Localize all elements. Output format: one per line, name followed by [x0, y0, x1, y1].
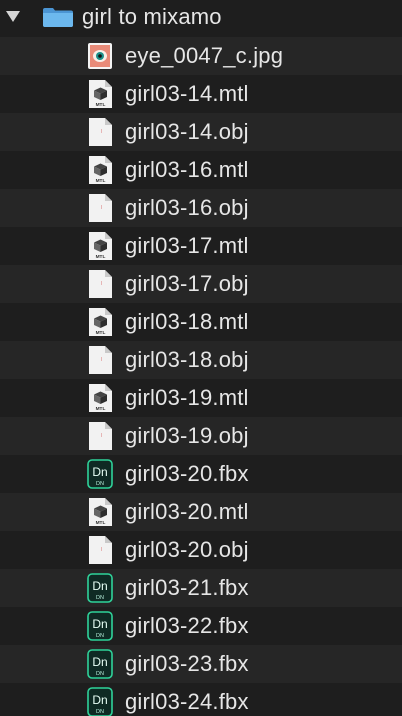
file-name: girl03-20.fbx: [125, 461, 249, 486]
file-row[interactable]: girl03-19.obj: [0, 417, 402, 455]
fbx-file-icon: Dn DN: [87, 573, 113, 603]
svg-text:MTL: MTL: [96, 254, 106, 260]
file-name: girl03-17.mtl: [125, 233, 249, 258]
obj-file-icon: [89, 118, 112, 146]
svg-text:Dn: Dn: [92, 655, 107, 669]
file-row[interactable]: girl03-14.obj: [0, 113, 402, 151]
mtl-file-icon: MTL: [89, 384, 112, 412]
folder-row[interactable]: girl to mixamo: [0, 0, 402, 35]
file-row[interactable]: MTL girl03-18.mtl: [0, 303, 402, 341]
svg-text:DN: DN: [96, 595, 104, 601]
file-name: eye_0047_c.jpg: [125, 43, 284, 68]
file-name: girl03-20.obj: [125, 537, 249, 562]
svg-text:DN: DN: [96, 633, 104, 639]
svg-text:DN: DN: [96, 709, 104, 715]
svg-text:DN: DN: [96, 671, 104, 677]
obj-file-icon: [89, 536, 112, 564]
svg-text:DN: DN: [96, 481, 104, 487]
file-row[interactable]: girl03-17.obj: [0, 265, 402, 303]
fbx-file-icon: Dn DN: [87, 611, 113, 641]
mtl-file-icon: MTL: [89, 498, 112, 526]
file-name: girl03-14.obj: [125, 119, 249, 144]
folder-icon: [43, 8, 73, 27]
file-row[interactable]: MTL girl03-17.mtl: [0, 227, 402, 265]
file-name: girl03-18.mtl: [125, 309, 249, 334]
file-row[interactable]: Dn DN girl03-22.fbx: [0, 607, 402, 645]
file-name: girl03-14.mtl: [125, 81, 249, 106]
file-name: girl03-24.fbx: [125, 689, 249, 714]
svg-text:MTL: MTL: [96, 406, 106, 412]
file-name: girl03-21.fbx: [125, 575, 249, 600]
file-name: girl03-22.fbx: [125, 613, 249, 638]
mtl-file-icon: MTL: [89, 80, 112, 108]
fbx-file-icon: Dn DN: [87, 459, 113, 489]
obj-file-icon: [89, 194, 112, 222]
file-row[interactable]: Dn DN girl03-20.fbx: [0, 455, 402, 493]
file-row[interactable]: MTL girl03-16.mtl: [0, 151, 402, 189]
obj-file-icon: [89, 422, 112, 450]
svg-text:Dn: Dn: [92, 579, 107, 593]
file-name: girl03-16.mtl: [125, 157, 249, 182]
file-name: girl03-19.obj: [125, 423, 249, 448]
file-row[interactable]: girl03-20.obj: [0, 531, 402, 569]
file-row[interactable]: MTL girl03-14.mtl: [0, 75, 402, 113]
svg-text:Dn: Dn: [92, 693, 107, 707]
svg-text:Dn: Dn: [92, 617, 107, 631]
file-name: girl03-16.obj: [125, 195, 249, 220]
image-file-icon: [88, 43, 112, 69]
mtl-file-icon: MTL: [89, 156, 112, 184]
file-row[interactable]: Dn DN girl03-24.fbx: [0, 683, 402, 716]
file-row[interactable]: girl03-16.obj: [0, 189, 402, 227]
file-list: girl to mixamo eye_0047_c.jpg MTL girl03-1…: [0, 0, 402, 716]
folder-name: girl to mixamo: [82, 4, 222, 29]
file-name: girl03-23.fbx: [125, 651, 249, 676]
svg-text:MTL: MTL: [96, 178, 106, 184]
file-row[interactable]: Dn DN girl03-21.fbx: [0, 569, 402, 607]
file-row[interactable]: MTL girl03-20.mtl: [0, 493, 402, 531]
fbx-file-icon: Dn DN: [87, 687, 113, 716]
file-name: girl03-20.mtl: [125, 499, 249, 524]
svg-text:MTL: MTL: [96, 520, 106, 526]
file-row[interactable]: Dn DN girl03-23.fbx: [0, 645, 402, 683]
file-name: girl03-19.mtl: [125, 385, 249, 410]
file-row[interactable]: eye_0047_c.jpg: [0, 37, 402, 75]
obj-file-icon: [89, 346, 112, 374]
svg-text:MTL: MTL: [96, 102, 106, 108]
file-name: girl03-18.obj: [125, 347, 249, 372]
file-row[interactable]: MTL girl03-19.mtl: [0, 379, 402, 417]
file-name: girl03-17.obj: [125, 271, 249, 296]
obj-file-icon: [89, 270, 112, 298]
svg-text:Dn: Dn: [92, 465, 107, 479]
fbx-file-icon: Dn DN: [87, 649, 113, 679]
mtl-file-icon: MTL: [89, 308, 112, 336]
mtl-file-icon: MTL: [89, 232, 112, 260]
file-row[interactable]: girl03-18.obj: [0, 341, 402, 379]
disclosure-triangle-icon[interactable]: [6, 11, 20, 22]
svg-text:MTL: MTL: [96, 330, 106, 336]
